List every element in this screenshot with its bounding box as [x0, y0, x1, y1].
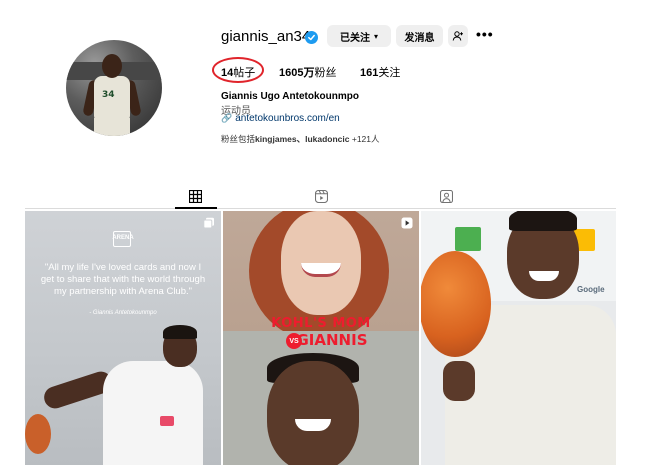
avatar-head	[102, 54, 122, 78]
basketball-icon	[25, 414, 51, 454]
profile-link-text: antetokounbros.com/en	[235, 113, 340, 124]
post-title-line2-text: GIANNIS	[296, 331, 368, 349]
post-tile-2[interactable]: KOHL'S MOM GIANNIS VS	[223, 211, 419, 465]
avatar-shorts	[94, 118, 130, 136]
followers-label: 粉丝	[314, 67, 337, 79]
following-button[interactable]: 已关注 ▾	[327, 25, 391, 47]
tabs-divider	[25, 208, 616, 209]
tab-posts-grid[interactable]	[185, 186, 205, 206]
add-user-icon	[452, 31, 463, 41]
following-count: 161	[360, 67, 379, 79]
post-figure-hair	[163, 325, 197, 339]
annotation-circle	[212, 57, 264, 83]
post-tile-1[interactable]: ARENA "All my life I've loved cards and …	[25, 211, 221, 465]
following-button-label: 已关注	[339, 32, 370, 44]
post-quote-attribution: - Giannis Antetokounmpo	[89, 310, 157, 316]
more-options-icon[interactable]: •••	[476, 27, 493, 43]
arena-logo-text: ARENA	[112, 235, 134, 241]
suggested-users-button[interactable]	[448, 25, 468, 47]
link-icon: 🔗	[221, 113, 233, 123]
followed-by-suffix: +121人	[349, 134, 380, 144]
background-logo-text: Google	[577, 285, 605, 294]
profile-link[interactable]: 🔗 antetokounbros.com/en	[221, 113, 340, 124]
verified-badge-icon	[305, 31, 318, 44]
profile-username: giannis_an34	[221, 28, 311, 45]
post-figure-hand	[443, 361, 475, 401]
shirt-logo-icon	[160, 416, 174, 426]
post-person2-face	[267, 361, 359, 465]
followed-by-text[interactable]: 粉丝包括kingjames、lukadoncic +121人	[221, 133, 380, 145]
tagged-icon	[439, 189, 453, 203]
profile-full-name: Giannis Ugo Antetokounmpo	[221, 91, 359, 102]
followed-by-prefix: 粉丝包括	[221, 134, 256, 144]
basketball-icon	[421, 251, 491, 357]
carousel-icon	[203, 217, 214, 229]
toy-block-green	[455, 227, 481, 251]
reels-icon	[314, 189, 328, 203]
following-count-stat[interactable]: 161关注	[360, 64, 400, 80]
post-figure-hair	[509, 211, 577, 231]
post-title-line1: KOHL'S MOM	[271, 316, 371, 331]
tab-tagged[interactable]	[436, 186, 456, 206]
post-figure-shirt	[103, 361, 203, 465]
post-tile-3[interactable]: Google	[421, 211, 616, 465]
profile-avatar[interactable]: 34	[66, 40, 162, 136]
chevron-down-icon: ▾	[373, 31, 378, 41]
avatar-jersey-number: 34	[102, 90, 115, 100]
post-quote: "All my life I've loved cards and now I …	[40, 262, 206, 297]
tab-reels[interactable]	[311, 186, 331, 206]
versus-badge: VS	[286, 333, 302, 349]
followed-by-names: kingjames、lukadoncic	[255, 134, 350, 144]
followers-count-stat[interactable]: 1605万粉丝	[279, 64, 336, 80]
following-label: 关注	[378, 67, 401, 79]
message-button[interactable]: 发消息	[396, 25, 443, 47]
grid-icon	[188, 189, 202, 203]
message-button-label: 发消息	[404, 32, 435, 44]
active-tab-indicator	[175, 207, 217, 209]
followers-count: 1605万	[279, 67, 315, 79]
reel-icon	[401, 217, 413, 229]
post-title-line2: GIANNIS	[223, 331, 419, 349]
